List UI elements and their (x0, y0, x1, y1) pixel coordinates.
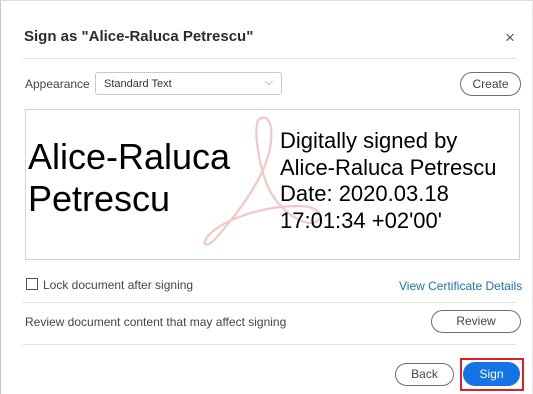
lock-document-label: Lock document after signing (43, 278, 194, 292)
signature-name-line: Petrescu (28, 178, 171, 219)
create-button[interactable]: Create (460, 72, 521, 96)
view-certificate-link[interactable]: View Certificate Details (399, 279, 522, 293)
chevron-down-icon: ⌵ (264, 76, 273, 88)
options-divider (23, 302, 516, 303)
signature-name-line: Alice-Raluca (28, 136, 231, 177)
signature-name: Alice-Raluca Petrescu (28, 136, 230, 220)
signature-detail-line: Alice-Raluca Petrescu (280, 154, 497, 180)
appearance-select[interactable]: Standard Text ⌵ (95, 72, 282, 95)
signature-detail-line: Digitally signed by (280, 128, 458, 153)
signature-preview: Alice-Raluca Petrescu Digitally signed b… (25, 109, 520, 260)
lock-document-option[interactable]: Lock document after signing (26, 278, 193, 292)
review-description: Review document content that may affect … (25, 315, 287, 329)
signature-detail-line: Date: 2020.03.18 (280, 181, 449, 206)
footer-divider (23, 344, 516, 345)
review-button[interactable]: Review (431, 310, 521, 333)
appearance-select-value: Standard Text (104, 78, 172, 90)
lock-document-checkbox[interactable] (26, 278, 38, 290)
signature-details: Digitally signed by Alice-Raluca Petresc… (280, 128, 496, 234)
sign-dialog: Sign as "Alice-Raluca Petrescu" × Appear… (0, 0, 533, 394)
sign-button-highlight (460, 358, 524, 391)
appearance-label: Appearance (25, 77, 90, 91)
title-divider (23, 58, 516, 59)
signature-detail-line: 17:01:34 +02'00' (280, 207, 442, 233)
dialog-title: Sign as "Alice-Raluca Petrescu" (24, 28, 254, 45)
close-icon[interactable]: × (505, 29, 515, 46)
back-button[interactable]: Back (395, 363, 454, 386)
